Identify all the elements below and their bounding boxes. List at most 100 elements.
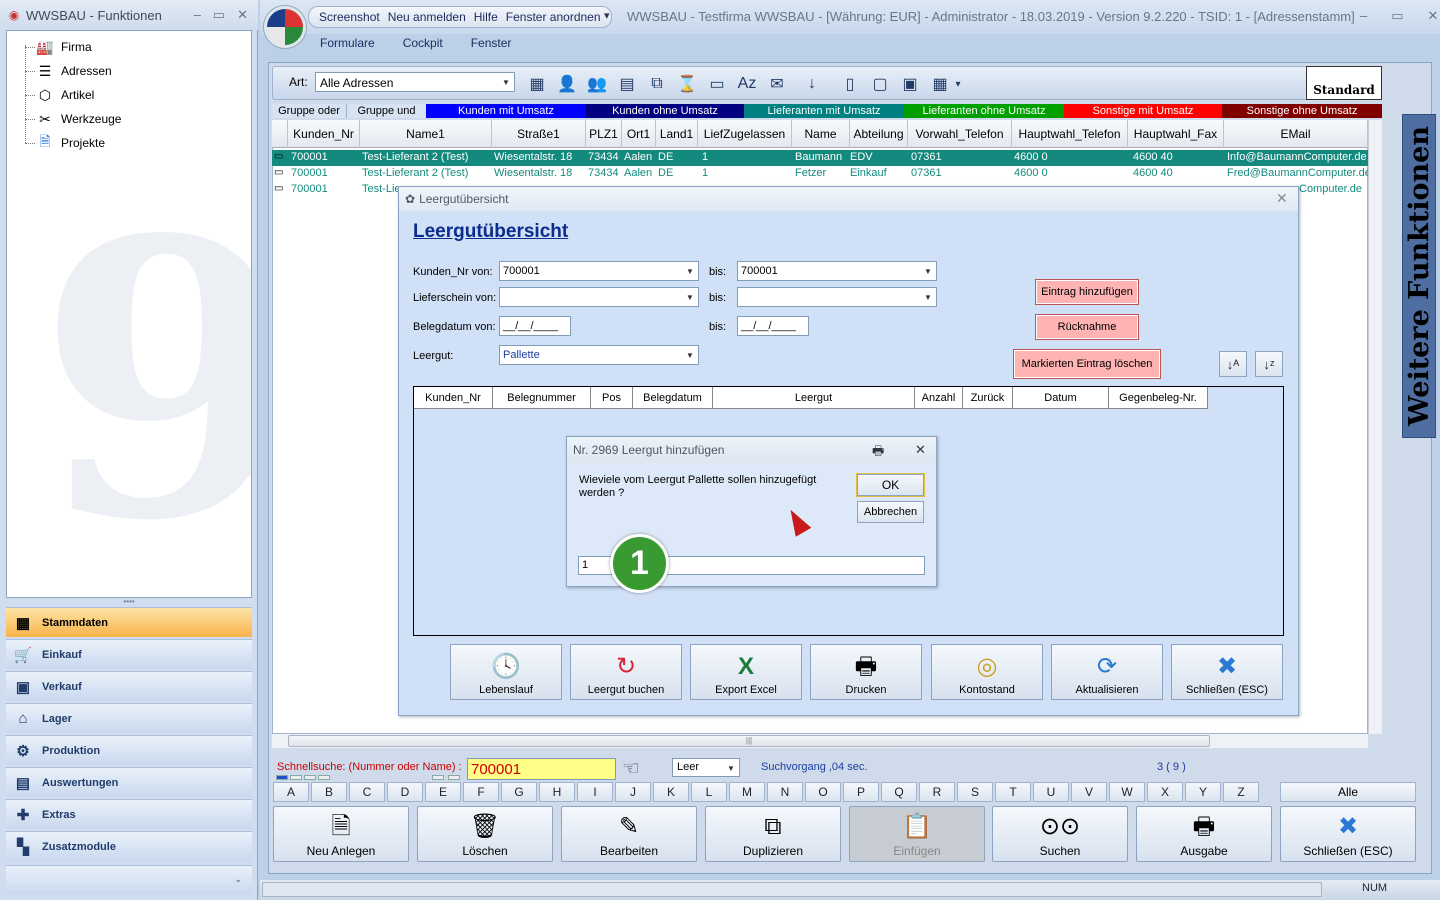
letter-filter-s[interactable]: S (957, 782, 993, 802)
sort-descending-icon[interactable]: ↓ᶻ (1255, 351, 1283, 377)
letter-filter-a[interactable]: A (273, 782, 309, 802)
letter-filter-v[interactable]: V (1071, 782, 1107, 802)
pointing-hand-icon[interactable]: ☜ (622, 756, 640, 781)
letter-filter-f[interactable]: F (463, 782, 499, 802)
minimize-button[interactable]: – (1360, 8, 1367, 24)
letter-filter-alle[interactable]: Alle (1280, 782, 1416, 802)
col-name[interactable]: Name (792, 120, 850, 148)
menu-fenster[interactable]: Fenster (471, 36, 512, 54)
letter-filter-q[interactable]: Q (881, 782, 917, 802)
close-button[interactable]: ✕ (1428, 8, 1439, 24)
kunden-nr-von-select[interactable]: 700001 ▼ (499, 261, 699, 281)
filter-kunden-ohne-umsatz[interactable]: Kunden ohne Umsatz (586, 104, 744, 118)
letter-filter-p[interactable]: P (843, 782, 879, 802)
filter-lieferanten-ohne-umsatz[interactable]: Lieferanten ohne Umsatz (904, 104, 1064, 118)
leergut-buchen-button[interactable]: ↻ Leergut buchen (570, 644, 682, 700)
letter-filter-z[interactable]: Z (1223, 782, 1259, 802)
table-row[interactable]: ▭ 700001 Test-Lieferant 2 (Test) Wiesent… (272, 150, 1368, 166)
kunden-nr-bis-select[interactable]: 700001 ▼ (737, 261, 937, 281)
ok-button[interactable]: OK (857, 474, 924, 496)
nav-produktion[interactable]: ⚙ Produktion (6, 735, 252, 765)
leer-select[interactable]: Leer ▼ (672, 758, 740, 777)
nav-lager[interactable]: ⌂ Lager (6, 703, 252, 733)
col-datum[interactable]: Datum (1013, 387, 1109, 409)
sort-az-icon[interactable]: Az (735, 72, 759, 96)
letter-filter-h[interactable]: H (539, 782, 575, 802)
schließen-esc-button[interactable]: ✖ Schließen (ESC) (1171, 644, 1283, 700)
drucken-button[interactable]: 🖶 Drucken (810, 644, 922, 700)
col-belegnummer[interactable]: Belegnummer (493, 387, 591, 409)
letter-filter-x[interactable]: X (1147, 782, 1183, 802)
filter-gruppe-und[interactable]: Gruppe und (346, 104, 426, 118)
sort-ascending-icon[interactable]: ↓ᴬ (1219, 351, 1247, 377)
col-pos[interactable]: Pos (591, 387, 633, 409)
nav-verkauf[interactable]: ▣ Verkauf (6, 671, 252, 701)
screenshot-button[interactable]: Screenshot (319, 10, 380, 24)
maximize-button[interactable]: ▭ (213, 7, 225, 23)
nav-overflow[interactable]: ⌄ (6, 865, 252, 895)
tree-item-artikel[interactable]: ⬡ Artikel (35, 84, 94, 106)
letter-filter-c[interactable]: C (349, 782, 385, 802)
col-name1[interactable]: Name1 (360, 120, 492, 148)
col-strasse1[interactable]: Straße1 (492, 120, 586, 148)
letter-filter-o[interactable]: O (805, 782, 841, 802)
einfügen-button[interactable]: 📋 Einfügen (849, 806, 985, 862)
eintrag-hinzufuegen-button[interactable]: Eintrag hinzufügen (1035, 279, 1139, 305)
neu-anlegen-button[interactable]: 🗎 Neu Anlegen (273, 806, 409, 862)
layout-icon[interactable]: ▯ (838, 72, 862, 96)
nav-stammdaten[interactable]: ▦ Stammdaten (6, 607, 252, 637)
nav-auswertungen[interactable]: ▤ Auswertungen (6, 767, 252, 797)
lieferschein-von-select[interactable]: ▼ (499, 287, 699, 307)
letter-filter-g[interactable]: G (501, 782, 537, 802)
löschen-button[interactable]: 🗑 Löschen (417, 806, 553, 862)
suchen-button[interactable]: ⊙⊙ Suchen (992, 806, 1128, 862)
window-icon[interactable]: ▢ (868, 72, 892, 96)
card-icon[interactable]: ▭ (705, 72, 729, 96)
app-logo-icon[interactable] (264, 6, 306, 48)
art-select[interactable]: Alle Adressen ▼ (315, 72, 515, 92)
kontostand-button[interactable]: ◎ Kontostand (931, 644, 1043, 700)
image-icon[interactable]: ▣ (898, 72, 922, 96)
filter-gruppe-oder[interactable]: Gruppe oder (272, 104, 346, 118)
lieferschein-bis-select[interactable]: ▼ (737, 287, 937, 307)
belegdatum-bis-input[interactable]: __/__/____ (737, 316, 809, 336)
tree-item-firma[interactable]: 🏭 Firma (35, 36, 91, 58)
person-icon[interactable]: 👤 (555, 72, 579, 96)
letter-filter-d[interactable]: D (387, 782, 423, 802)
table-icon[interactable]: ▦ (928, 72, 952, 96)
letter-filter-n[interactable]: N (767, 782, 803, 802)
col-kunden-nr[interactable]: Kunden_Nr (288, 120, 360, 148)
letter-filter-y[interactable]: Y (1185, 782, 1221, 802)
letter-filter-w[interactable]: W (1109, 782, 1145, 802)
abbrechen-button[interactable]: Abbrechen (857, 501, 924, 523)
minimize-button[interactable]: – (194, 7, 201, 23)
duplizieren-button[interactable]: ⧉ Duplizieren (705, 806, 841, 862)
toolbar-overflow-icon[interactable]: ▾ (952, 72, 964, 96)
tree-item-adressen[interactable]: ☰ Adressen (35, 60, 112, 82)
letter-filter-b[interactable]: B (311, 782, 347, 802)
col-ort1[interactable]: Ort1 (622, 120, 656, 148)
lebenslauf-button[interactable]: 🕓 Lebenslauf (450, 644, 562, 700)
leergut-select[interactable]: Pallette ▼ (499, 345, 699, 365)
nav-zusatzmodule[interactable]: ▚ Zusatzmodule (6, 831, 252, 861)
nav-extras[interactable]: ✚ Extras (6, 799, 252, 829)
filter-kunden-mit-umsatz[interactable]: Kunden mit Umsatz (426, 104, 586, 118)
col-belegdatum[interactable]: Belegdatum (633, 387, 713, 409)
col-kunden-nr[interactable]: Kunden_Nr (414, 387, 493, 409)
filter-lieferanten-mit-umsatz[interactable]: Lieferanten mit Umsatz (744, 104, 904, 118)
col-email[interactable]: EMail (1224, 120, 1368, 148)
fenster-anordnen-button[interactable]: Fenster anordnen (506, 10, 601, 24)
nav-einkauf[interactable]: 🛒 Einkauf (6, 639, 252, 669)
aktualisieren-button[interactable]: ⟳ Aktualisieren (1051, 644, 1163, 700)
tree-item-werkzeuge[interactable]: ✂ Werkzeuge (35, 108, 121, 130)
mail-icon[interactable]: ✉ (765, 72, 789, 96)
belegdatum-von-input[interactable]: __/__/____ (499, 316, 571, 336)
bearbeiten-button[interactable]: ✎ Bearbeiten (561, 806, 697, 862)
letter-filter-t[interactable]: T (995, 782, 1031, 802)
document-list-icon[interactable]: ▤ (615, 72, 639, 96)
col-vorwahl-telefon[interactable]: Vorwahl_Telefon (908, 120, 1012, 148)
quick-access-dropdown-icon[interactable]: ▾ (604, 9, 610, 22)
schnellsuche-input[interactable]: 700001 (467, 758, 616, 780)
filter-sonstige-mit-umsatz[interactable]: Sonstige mit Umsatz (1064, 104, 1222, 118)
letter-filter-r[interactable]: R (919, 782, 955, 802)
